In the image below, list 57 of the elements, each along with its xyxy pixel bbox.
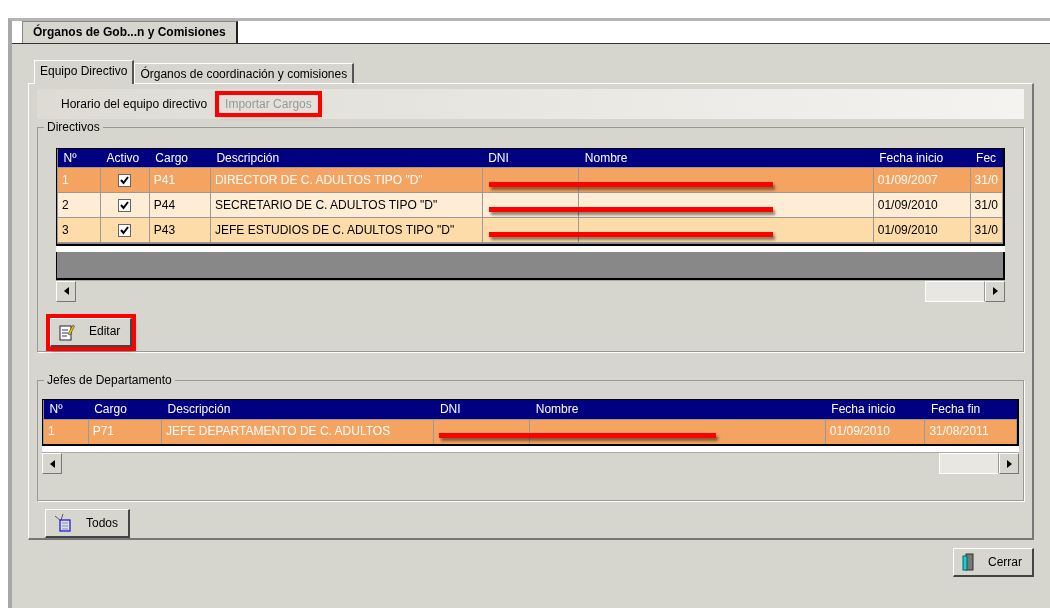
group-title: Jefes de Departamento — [44, 373, 175, 388]
table-cell: P71 — [88, 419, 162, 444]
scroll-right-button[interactable] — [985, 280, 1005, 302]
table-cell: DIRECTOR DE C. ADULTOS TIPO "D" — [210, 167, 483, 193]
checkbox[interactable] — [118, 224, 132, 238]
table-cell: JEFE ESTUDIOS DE C. ADULTOS TIPO "D" — [210, 217, 483, 243]
table-cell: 01/09/2010 — [825, 419, 925, 444]
right-arrow-icon — [1006, 459, 1012, 468]
scroll-right-button[interactable] — [999, 453, 1019, 475]
column-header: Fecha inicio — [873, 148, 971, 168]
edit-button[interactable]: Editar — [50, 317, 133, 347]
column-header: Nº — [57, 148, 101, 168]
window-tab[interactable]: Órganos de Gob...n y Comisiones — [22, 21, 238, 43]
scroll-left-button[interactable] — [42, 453, 62, 475]
column-header: Descripción — [210, 148, 483, 168]
table-cell: 2 — [57, 192, 101, 218]
clipboard-icon — [54, 514, 72, 532]
column-header: Cargo — [88, 400, 162, 419]
column-header: DNI — [433, 400, 530, 419]
toolbar-button[interactable]: Horario del equipo directivo — [55, 94, 214, 114]
scrollbar[interactable] — [56, 279, 1005, 302]
column-header: Nombre — [578, 148, 874, 168]
column-header: Descripción — [161, 400, 434, 419]
scrollbar-thumb[interactable] — [925, 280, 985, 302]
table-cell: 1 — [43, 419, 89, 444]
table-cell: 01/09/2010 — [873, 217, 971, 243]
tab[interactable]: Órganos de coordinación y comisiones — [134, 63, 355, 84]
table-cell: 1 — [57, 167, 101, 193]
checkbox[interactable] — [118, 199, 132, 213]
column-header: DNI — [482, 148, 579, 168]
door-icon — [962, 553, 974, 571]
column-header: Nº — [43, 400, 89, 419]
notepad-pencil-icon — [59, 322, 75, 341]
left-arrow-icon — [49, 459, 55, 468]
left-arrow-icon — [63, 287, 69, 296]
right-arrow-icon — [992, 287, 998, 296]
scrollbar-thumb[interactable] — [939, 453, 999, 475]
column-header: Fecha inicio — [825, 400, 925, 419]
table-cell: SECRETARIO DE C. ADULTOS TIPO "D" — [210, 192, 483, 218]
column-header: Cargo — [149, 148, 211, 168]
table-cell: P41 — [149, 167, 211, 193]
table-cell: 3 — [57, 217, 101, 243]
scrollbar[interactable] — [42, 452, 1019, 475]
table-cell: 31/0 — [970, 167, 1003, 193]
checkbox[interactable] — [118, 174, 132, 188]
column-header: Fecha fin — [924, 400, 1017, 419]
table-cell: JEFE DEPARTAMENTO DE C. ADULTOS — [161, 419, 434, 444]
column-header: Activo — [100, 148, 150, 168]
column-header: Nombre — [529, 400, 826, 419]
table-cell: 01/09/2007 — [873, 167, 971, 193]
tab[interactable]: Equipo Directivo — [34, 60, 135, 84]
table-cell: 31/08/2011 — [924, 419, 1017, 444]
all-button[interactable]: Todos — [45, 509, 131, 538]
column-header: Fec — [970, 148, 1003, 168]
table-cell: 01/09/2010 — [873, 192, 971, 218]
close-button[interactable]: Cerrar — [953, 548, 1034, 577]
scroll-left-button[interactable] — [56, 280, 76, 302]
